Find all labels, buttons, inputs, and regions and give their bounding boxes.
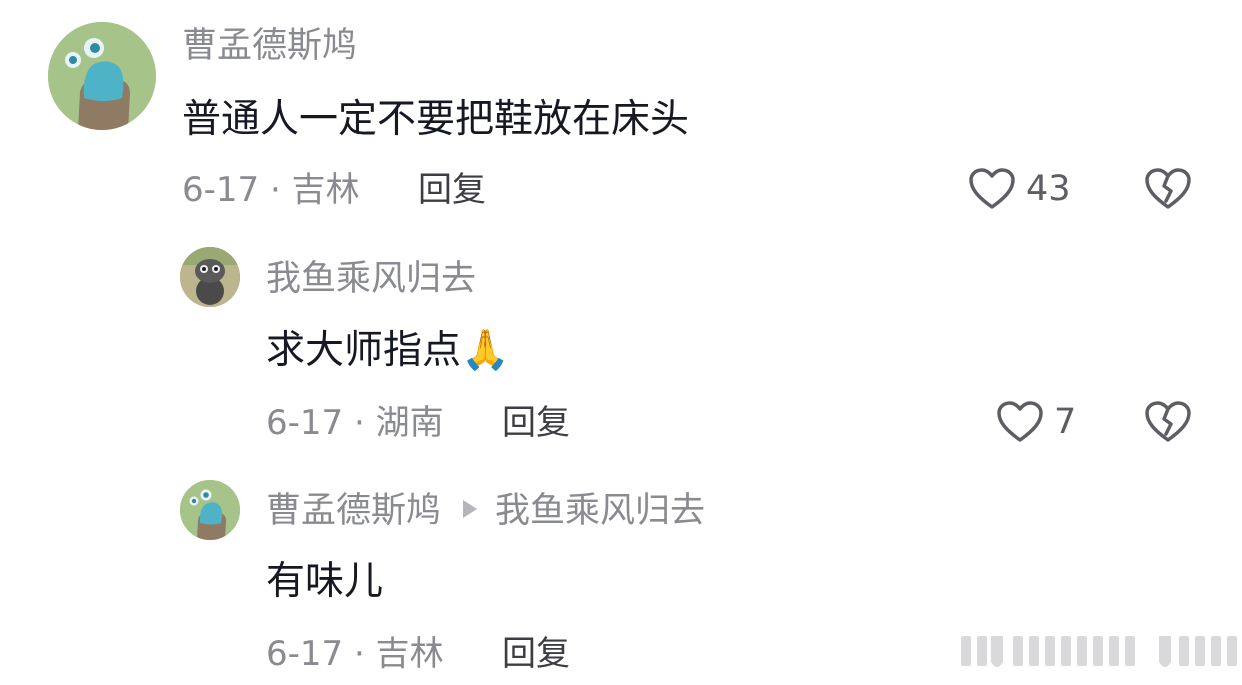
comment-meta: 6-17 · 湖南 [266, 403, 444, 443]
avatar[interactable] [180, 480, 240, 540]
reply-item: 我鱼乘风归去 求大师指点🙏 6-17 · 湖南 回复 7 [0, 230, 1242, 470]
comment-text-body: 求大师指点 [266, 328, 462, 373]
avatar-image [180, 480, 240, 540]
reply-header: 曹孟德斯鸠 我鱼乘风归去 [266, 489, 705, 533]
reply-button[interactable]: 回复 [502, 632, 570, 676]
comment-text: 有味儿 [266, 559, 384, 604]
avatar[interactable] [48, 22, 156, 130]
like-count: 7 [1054, 402, 1077, 442]
dislike-button[interactable] [1144, 167, 1192, 211]
comment-username[interactable]: 曹孟德斯鸠 [266, 491, 441, 531]
reply-target-username[interactable]: 我鱼乘风归去 [495, 491, 705, 531]
broken-heart-icon [1144, 167, 1192, 211]
comment-text: 求大师指点🙏 [266, 326, 510, 376]
avatar-image [48, 22, 156, 130]
watermark [955, 630, 1242, 681]
reply-button[interactable]: 回复 [418, 168, 486, 212]
like-button[interactable]: 43 [968, 167, 1071, 211]
heart-outline-icon [968, 167, 1016, 211]
avatar[interactable] [180, 247, 240, 307]
pray-emoji: 🙏 [461, 328, 510, 373]
comment-meta: 6-17 · 吉林 [266, 634, 444, 674]
play-triangle-icon [463, 500, 478, 518]
comment-username[interactable]: 我鱼乘风归去 [266, 257, 476, 301]
dislike-button[interactable] [1144, 400, 1192, 444]
reply-button[interactable]: 回复 [502, 401, 570, 445]
like-button[interactable]: 7 [996, 400, 1076, 444]
comment-text: 普通人一定不要把鞋放在床头 [182, 97, 690, 142]
like-count: 43 [1026, 169, 1071, 209]
broken-heart-icon [1144, 400, 1192, 444]
comment-meta: 6-17 · 吉林 [182, 170, 360, 210]
comment-username[interactable]: 曹孟德斯鸠 [182, 24, 357, 68]
heart-outline-icon [996, 400, 1044, 444]
comment-item: 曹孟德斯鸠 普通人一定不要把鞋放在床头 6-17 · 吉林 回复 43 [0, 0, 1242, 230]
avatar-image [180, 247, 240, 307]
